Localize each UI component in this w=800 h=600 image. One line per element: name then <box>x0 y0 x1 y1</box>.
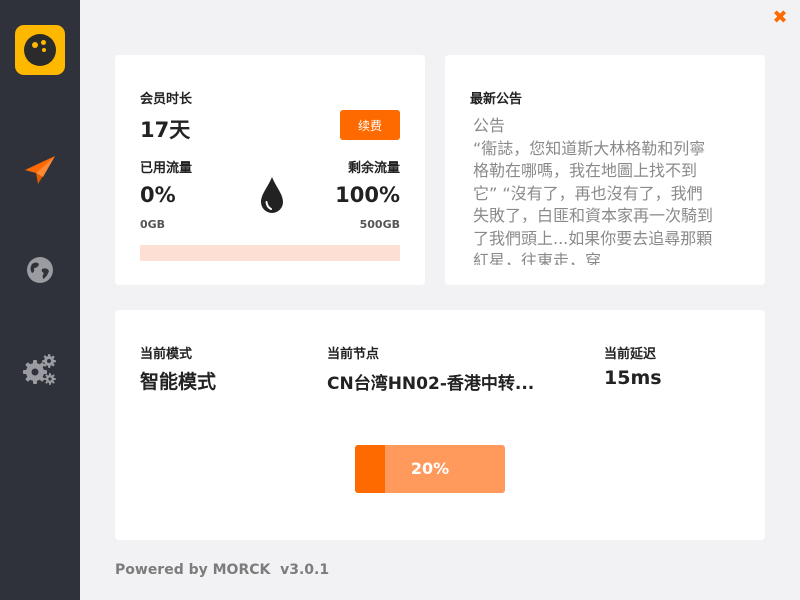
total-traffic-amount: 500GB <box>359 218 400 231</box>
moon-face-icon <box>24 34 56 66</box>
paper-plane-icon <box>25 156 55 184</box>
used-traffic-percent: 0% <box>140 183 176 207</box>
latency-label: 当前延迟 <box>604 347 657 362</box>
sidebar-item-connect[interactable] <box>15 145 65 195</box>
traffic-usage-bar <box>140 245 400 261</box>
remaining-traffic-percent: 100% <box>335 183 400 207</box>
globe-icon <box>27 257 53 283</box>
membership-card: 会员时长 17天 续费 已用流量 剩余流量 0% 100% 0GB 500GB <box>115 55 425 285</box>
close-icon[interactable]: ✖ <box>770 8 790 28</box>
gears-icon <box>23 354 56 385</box>
water-drop-icon <box>261 177 283 213</box>
renew-button[interactable]: 续费 <box>340 110 400 140</box>
member-duration-value: 17天 <box>140 118 191 142</box>
connect-progress-button[interactable]: 20% <box>355 445 505 493</box>
connect-progress-text: 20% <box>410 459 450 478</box>
notice-title: 最新公告 <box>470 92 523 107</box>
connection-status-card: 当前模式 当前节点 当前延迟 智能模式 CN台湾HN02-香港中转... 15m… <box>115 310 765 540</box>
mode-label: 当前模式 <box>140 347 193 362</box>
used-traffic-label: 已用流量 <box>140 161 193 176</box>
notice-card: 最新公告 公告 “衞誌，您知道斯大林格勒和列寧格勒在哪嗎，我在地圖上找不到它” … <box>445 55 765 285</box>
sidebar <box>0 0 80 600</box>
notice-body[interactable]: 公告 “衞誌，您知道斯大林格勒和列寧格勒在哪嗎，我在地圖上找不到它” “沒有了，… <box>473 115 718 265</box>
sidebar-item-settings[interactable] <box>15 345 65 395</box>
app-logo <box>15 25 65 75</box>
mode-value[interactable]: 智能模式 <box>140 367 216 394</box>
used-traffic-amount: 0GB <box>140 218 166 231</box>
remaining-traffic-label: 剩余流量 <box>347 161 400 176</box>
node-label: 当前节点 <box>327 347 380 362</box>
member-duration-label: 会员时长 <box>140 92 193 107</box>
latency-value: 15ms <box>604 367 662 389</box>
sidebar-item-nodes[interactable] <box>15 245 65 295</box>
footer-powered-by: Powered by MORCK v3.0.1 <box>115 562 330 578</box>
node-value[interactable]: CN台湾HN02-香港中转... <box>327 369 534 394</box>
